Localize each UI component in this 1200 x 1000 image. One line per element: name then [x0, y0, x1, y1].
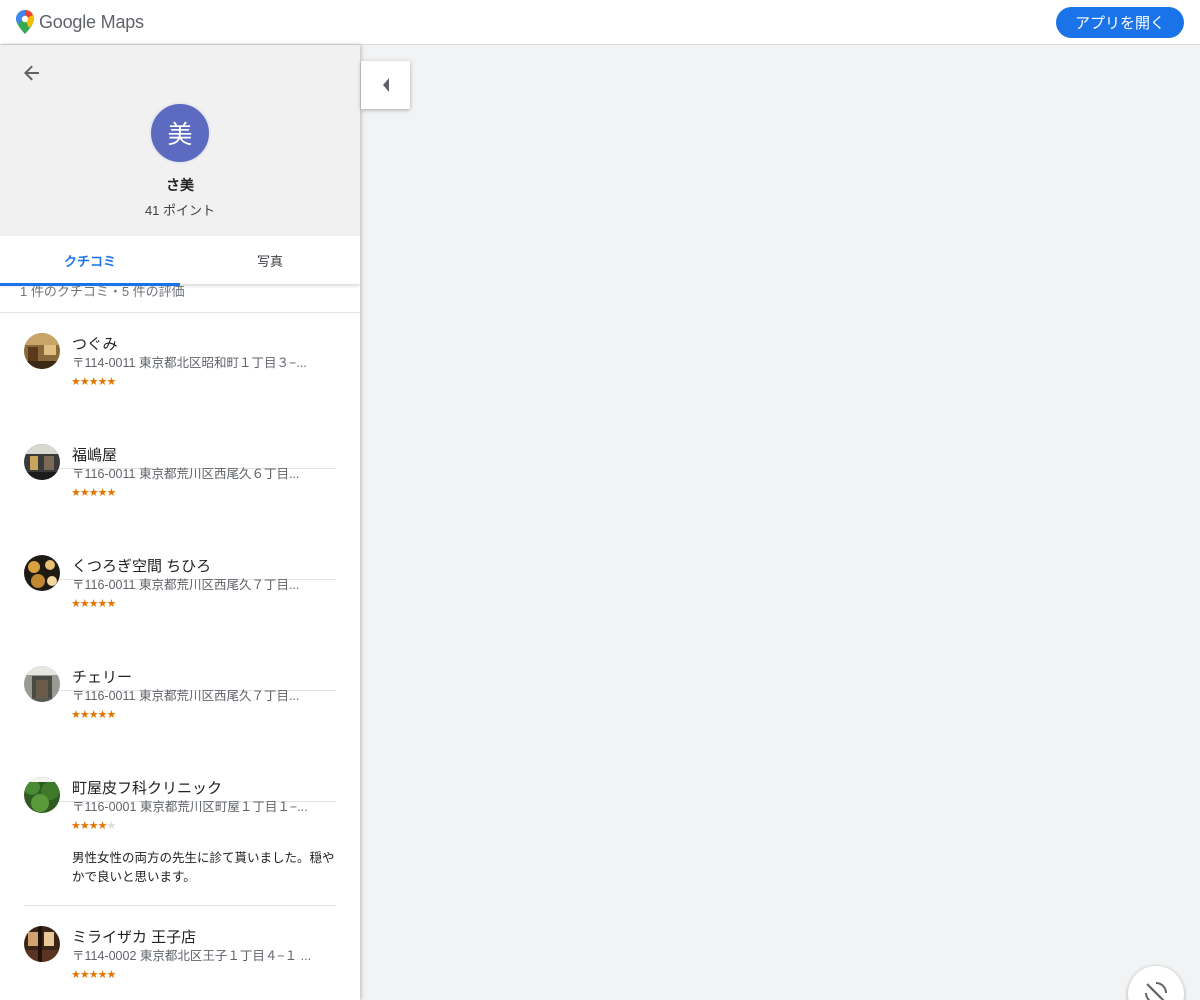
tab-photos[interactable]: 写真: [180, 236, 360, 284]
place-address: 〒116-0011 東京都荒川区西尾久７丁目...: [72, 578, 300, 592]
star-rating: ★★★★★: [71, 487, 116, 499]
place-photo[interactable]: [24, 666, 60, 702]
place-name[interactable]: 福嶋屋: [72, 444, 117, 465]
maps-pin-icon: [16, 10, 34, 34]
place-address: 〒114-0011 東京都北区昭和町１丁目３−...: [72, 356, 307, 370]
open-app-button[interactable]: アプリを開く: [1056, 7, 1184, 38]
star-rating: ★★★★★: [71, 820, 116, 832]
profile-points: 41 ポイント: [144, 203, 216, 218]
collapse-panel-button[interactable]: [361, 61, 410, 109]
review-text: 男性女性の両方の先生に診て貰いました。穏やかで良いと思います。: [72, 851, 335, 884]
place-address: 〒116-0011 東京都荒川区西尾久７丁目...: [72, 689, 300, 703]
back-button[interactable]: [20, 61, 44, 85]
divider: [24, 905, 336, 906]
profile-header: 美 さ美 41 ポイント: [0, 45, 360, 236]
contributor-panel: 美 さ美 41 ポイント クチコミ 写真 1 件のクチコミ・5 件の評価 つぐみ…: [0, 45, 360, 1000]
avatar: 美: [149, 102, 211, 164]
star-rating: ★★★★★: [71, 376, 116, 388]
star-rating: ★★★★★: [71, 709, 116, 721]
logo-text: Google Maps: [39, 11, 144, 32]
tab-reviews[interactable]: クチコミ: [0, 236, 180, 284]
star-rating: ★★★★★: [71, 969, 116, 981]
place-name[interactable]: ミライザカ 王子店: [72, 926, 196, 947]
divider: [0, 312, 360, 313]
place-address: 〒116-0001 東京都荒川区町屋１丁目１−...: [72, 800, 308, 814]
active-tab-indicator: [0, 283, 180, 286]
place-address: 〒116-0011 東京都荒川区西尾久６丁目...: [72, 467, 300, 481]
place-photo[interactable]: [24, 777, 60, 813]
place-name[interactable]: チェリー: [72, 666, 132, 687]
caret-left-icon: [382, 78, 389, 92]
google-maps-logo[interactable]: Google Maps: [16, 10, 144, 34]
place-photo[interactable]: [24, 555, 60, 591]
arrow-left-icon: [24, 65, 39, 81]
place-photo[interactable]: [24, 926, 60, 962]
top-bar: Google Maps アプリを開く: [0, 0, 1200, 45]
place-name[interactable]: つぐみ: [72, 333, 117, 354]
rotate-off-icon: [1145, 982, 1167, 1000]
place-photo[interactable]: [24, 333, 60, 369]
profile-name: さ美: [166, 177, 194, 193]
place-address: 〒114-0002 東京都北区王子１丁目４−１ ...: [72, 949, 312, 963]
rotate-off-button[interactable]: [1128, 966, 1184, 1000]
place-photo[interactable]: [24, 444, 60, 480]
place-name[interactable]: 町屋皮フ科クリニック: [72, 777, 222, 798]
tab-bar: クチコミ 写真: [0, 236, 360, 284]
star-rating: ★★★★★: [71, 598, 116, 610]
place-name[interactable]: くつろぎ空間 ちひろ: [72, 555, 211, 576]
